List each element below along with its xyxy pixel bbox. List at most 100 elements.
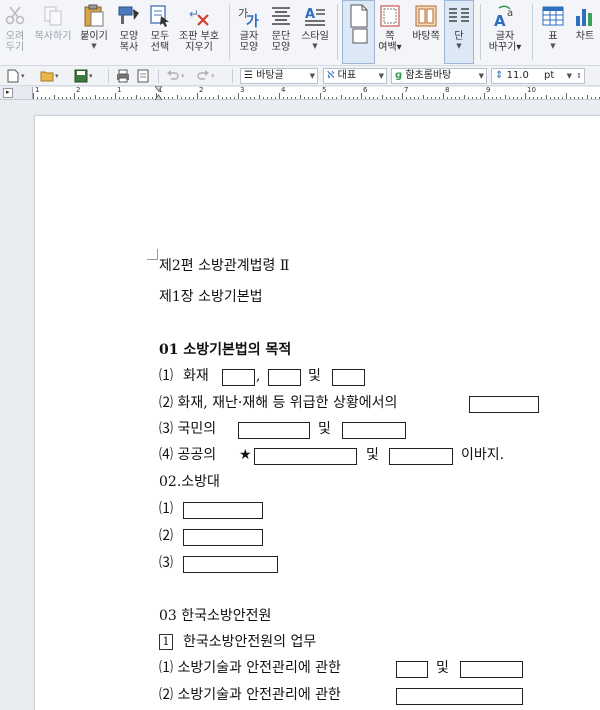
ruler-tick: [512, 97, 514, 99]
chart-label: 차트: [575, 31, 595, 42]
chevron-down-icon: ▼: [309, 72, 315, 80]
answer-blank[interactable]: [238, 422, 310, 439]
ruler-tick: [90, 97, 92, 99]
ruler-tick: [209, 97, 211, 99]
ruler-tick: [430, 97, 432, 99]
indent-marker-icon[interactable]: [155, 86, 162, 100]
answer-blank[interactable]: [183, 529, 263, 546]
page-border-icon: [377, 3, 403, 29]
ruler-tick: [229, 97, 231, 99]
svg-text:A: A: [305, 7, 315, 22]
char-replace-button[interactable]: Aa 글자 바꾸기▾: [486, 0, 524, 66]
clear-format-label: 조판 부호 지우기: [179, 31, 219, 53]
ruler-corner-button[interactable]: ▸: [3, 88, 13, 98]
answer-blank[interactable]: [389, 448, 453, 465]
answer-blank[interactable]: [183, 556, 278, 573]
ruler-tick: [508, 97, 510, 99]
item-text: ⑷ 공공의: [159, 447, 217, 463]
style-button[interactable]: A 스타일 ▼: [298, 0, 332, 66]
font-size-select[interactable]: ⇕ 11.0 pt ▼ ⇕: [491, 68, 585, 84]
text-margin-corner: [147, 249, 158, 260]
ruler-tick: [287, 97, 289, 99]
ruler-tick: [279, 93, 280, 99]
ruler-tick: [328, 97, 330, 99]
ruler-scale[interactable]: 1 2 1 1 2 3 4 5 6 7 8 9 10: [32, 86, 600, 99]
ruler-tick: [381, 95, 383, 99]
purpose-item-2: ⑵ 화재, 재난·재해 등 위급한 상황에서의: [159, 393, 559, 413]
ruler-tick: [434, 97, 436, 99]
font-select[interactable]: ɡ 함초롬바탕 ▼: [391, 68, 487, 84]
ruler-tick: [45, 97, 47, 99]
brigade-item-1: ⑴: [159, 499, 359, 519]
redo-button[interactable]: ▾: [196, 68, 215, 84]
ruler-tick: [238, 93, 239, 99]
ruler-tick: [397, 97, 399, 99]
select-all-button[interactable]: 모두 선택: [146, 0, 174, 66]
ruler-tick: [315, 97, 317, 99]
chevron-down-icon: ▼: [566, 72, 572, 80]
background-page-icon: [413, 3, 439, 29]
ruler-tick: [86, 97, 88, 99]
ruler-number: 1: [35, 86, 40, 94]
ruler-tick: [344, 97, 346, 99]
preview-icon: [137, 69, 149, 83]
clear-format-button[interactable]: ↵ 조판 부호 지우기: [176, 0, 222, 66]
undo-icon: [167, 70, 179, 80]
purpose-item-4: ⑷ 공공의 ★ 및 이바지.: [159, 445, 559, 465]
answer-blank[interactable]: [469, 396, 539, 413]
open-button[interactable]: ▾: [40, 68, 59, 84]
answer-blank[interactable]: [460, 661, 523, 678]
new-document-button[interactable]: ▾: [6, 68, 25, 84]
ruler-number: 3: [240, 86, 245, 94]
ruler-tick: [127, 97, 129, 99]
answer-blank[interactable]: [183, 502, 263, 519]
print-button[interactable]: [116, 68, 130, 84]
ruler-tick: [274, 97, 276, 99]
answer-blank[interactable]: [342, 422, 406, 439]
copy-label: 복사하기: [34, 31, 72, 42]
answer-blank[interactable]: [396, 661, 428, 678]
paste-button[interactable]: 붙이기 ▼: [78, 0, 110, 66]
page-margin-dropdown[interactable]: 쪽 여백▾: [372, 0, 408, 66]
ruler-tick: [258, 95, 260, 99]
chart-button[interactable]: 차트: [570, 0, 600, 66]
answer-blank[interactable]: [332, 369, 365, 386]
columns-button[interactable]: 단 ▼: [444, 0, 474, 66]
char-shape-icon: 가가: [236, 3, 262, 29]
answer-blank[interactable]: [222, 369, 255, 386]
ruler-tick: [41, 97, 43, 99]
char-shape-button[interactable]: 가가 글자 모양: [234, 0, 264, 66]
paragraph-style-select[interactable]: ☰ 바탕글 ▼: [240, 68, 318, 84]
ruler-tick: [242, 97, 244, 99]
language-select[interactable]: ℵ 대표 ▼: [323, 68, 387, 84]
ruler-tick: [516, 97, 518, 99]
columns-dropdown-icon[interactable]: ▼: [456, 42, 461, 50]
answer-blank[interactable]: [254, 448, 357, 465]
save-button[interactable]: ▾: [74, 68, 93, 84]
ruler-tick: [545, 95, 547, 99]
style-dropdown-icon[interactable]: ▼: [312, 42, 317, 50]
ruler-tick: [443, 93, 444, 99]
format-copy-button[interactable]: 모양 복사: [114, 0, 144, 66]
ruler-tick: [217, 95, 219, 99]
ruler-tick: [119, 97, 121, 99]
table-dropdown-icon[interactable]: ▼: [550, 42, 555, 50]
background-page-button[interactable]: 바탕쪽: [410, 0, 442, 66]
ruler-tick: [471, 97, 473, 99]
columns-icon: [446, 3, 472, 29]
cut-button[interactable]: 오려 두기: [2, 0, 28, 66]
copy-button[interactable]: 복사하기: [30, 0, 76, 66]
preview-button[interactable]: [136, 68, 150, 84]
ruler-tick: [324, 97, 326, 99]
paste-dropdown-icon[interactable]: ▼: [91, 42, 96, 50]
ruler-tick: [115, 93, 116, 99]
select-all-icon: [147, 3, 173, 29]
answer-blank[interactable]: [268, 369, 301, 386]
item-text: 한국소방안전원의 업무: [183, 634, 317, 650]
undo-button[interactable]: ▾: [166, 68, 185, 84]
paragraph-shape-button[interactable]: 문단 모양: [266, 0, 296, 66]
answer-blank[interactable]: [396, 688, 523, 705]
ribbon-separator: [229, 4, 230, 60]
table-button[interactable]: 표 ▼: [538, 0, 568, 66]
ruler-tick: [201, 97, 203, 99]
